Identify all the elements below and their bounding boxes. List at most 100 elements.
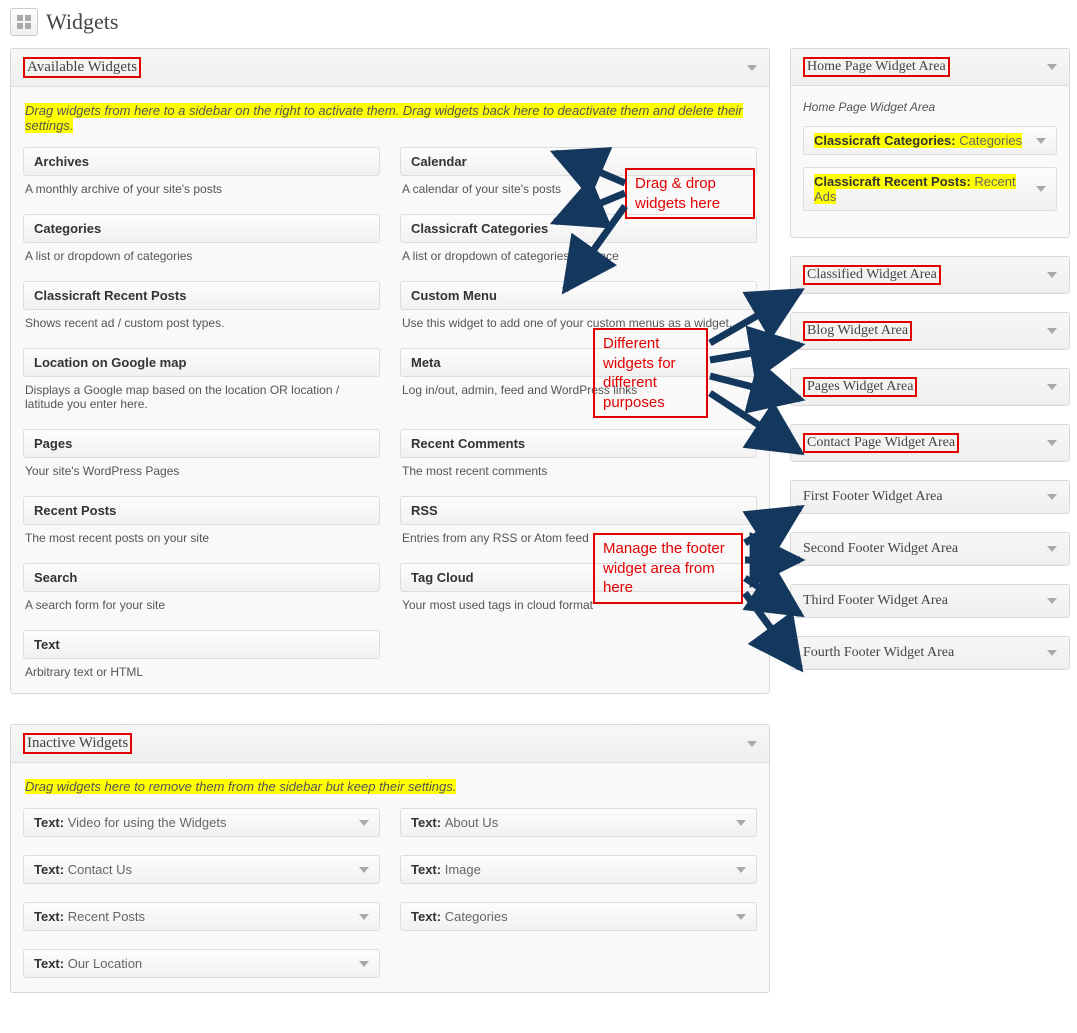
widget-area-heading: Contact Page Widget Area [803, 433, 959, 453]
widget-area: Third Footer Widget Area [790, 584, 1070, 618]
widget-title[interactable]: Custom Menu [400, 281, 757, 310]
widget-area: Blog Widget Area [790, 312, 1070, 350]
inactive-widget-label: Contact Us [68, 862, 132, 877]
widget-title[interactable]: Categories [23, 214, 380, 243]
available-widget[interactable]: Classicraft Recent Posts Shows recent ad … [23, 281, 380, 330]
placed-widget[interactable]: Classicraft Recent Posts: Recent Ads [803, 167, 1057, 211]
chevron-down-icon[interactable] [359, 820, 369, 826]
inactive-widget-type: Text: [411, 815, 445, 830]
widget-area-head[interactable]: First Footer Widget Area [791, 481, 1069, 513]
annotation-drag-drop: Drag & drop widgets here [625, 168, 755, 219]
widget-area-heading: Classified Widget Area [803, 265, 941, 285]
widget-title[interactable]: Pages [23, 429, 380, 458]
chevron-down-icon[interactable] [1047, 650, 1057, 656]
inactive-widget[interactable]: Text: Our Location [23, 949, 380, 978]
chevron-down-icon[interactable] [747, 65, 757, 71]
widget-title[interactable]: Location on Google map [23, 348, 380, 377]
inactive-widget[interactable]: Text: Image [400, 855, 757, 884]
available-widget[interactable]: ArchivesA monthly archive of your site's… [23, 147, 380, 196]
chevron-down-icon[interactable] [359, 961, 369, 967]
home-widget-area-heading: Home Page Widget Area [803, 57, 950, 77]
available-widget[interactable]: Custom MenuUse this widget to add one of… [400, 281, 757, 330]
chevron-down-icon[interactable] [1047, 546, 1057, 552]
widget-title[interactable]: Archives [23, 147, 380, 176]
chevron-down-icon[interactable] [736, 867, 746, 873]
chevron-down-icon[interactable] [747, 741, 757, 747]
widget-area-head[interactable]: Blog Widget Area [791, 313, 1069, 349]
widget-area: Second Footer Widget Area [790, 532, 1070, 566]
available-widgets-head[interactable]: Available Widgets [11, 49, 769, 87]
widget-area-head[interactable]: Second Footer Widget Area [791, 533, 1069, 565]
widget-title[interactable]: RSS [400, 496, 757, 525]
widget-area-head[interactable]: Third Footer Widget Area [791, 585, 1069, 617]
available-widget[interactable]: Recent Posts The most recent posts on you… [23, 496, 380, 545]
widget-area-head[interactable]: Fourth Footer Widget Area [791, 637, 1069, 669]
available-widget[interactable]: Search A search form for your site [23, 563, 380, 612]
widget-area: Pages Widget Area [790, 368, 1070, 406]
available-widget[interactable]: Text Arbitrary text or HTML [23, 630, 380, 679]
widget-title[interactable]: Search [23, 563, 380, 592]
widget-area-heading: Fourth Footer Widget Area [803, 645, 954, 661]
inactive-help-text: Drag widgets here to remove them from th… [25, 779, 456, 794]
chevron-down-icon[interactable] [359, 914, 369, 920]
chevron-down-icon[interactable] [1047, 272, 1057, 278]
inactive-widgets-head[interactable]: Inactive Widgets [11, 725, 769, 763]
widget-desc: Your site's WordPress Pages [23, 464, 380, 478]
home-widget-area: Home Page Widget Area Home Page Widget A… [790, 48, 1070, 238]
widget-area-heading: First Footer Widget Area [803, 489, 943, 505]
widget-desc: A list or dropdown of categories [23, 249, 380, 263]
widget-area-head[interactable]: Pages Widget Area [791, 369, 1069, 405]
inactive-widget-type: Text: [34, 862, 68, 877]
widget-title[interactable]: Recent Comments [400, 429, 757, 458]
chevron-down-icon[interactable] [1047, 440, 1057, 446]
widget-desc: Arbitrary text or HTML [23, 665, 380, 679]
available-widget[interactable]: Pages Your site's WordPress Pages [23, 429, 380, 478]
widget-desc: Shows recent ad / custom post types. [23, 316, 380, 330]
chevron-down-icon[interactable] [1036, 138, 1046, 144]
placed-widget[interactable]: Classicraft Categories: Categories [803, 126, 1057, 155]
widget-area-head[interactable]: Contact Page Widget Area [791, 425, 1069, 461]
inactive-widget-label: Recent Posts [68, 909, 145, 924]
chevron-down-icon[interactable] [1047, 64, 1057, 70]
widget-desc: The most recent posts on your site [23, 531, 380, 545]
placed-widget-name: Classicraft Recent Posts: [814, 174, 974, 189]
widget-area-heading: Second Footer Widget Area [803, 541, 958, 557]
widgets-icon [10, 8, 38, 36]
available-widget[interactable]: Categories A list or dropdown of categori… [23, 214, 380, 263]
inactive-widget-label: Video for using the Widgets [68, 815, 227, 830]
chevron-down-icon[interactable] [1047, 384, 1057, 390]
widget-area-head[interactable]: Classified Widget Area [791, 257, 1069, 293]
widget-area: Contact Page Widget Area [790, 424, 1070, 462]
inactive-widget[interactable]: Text: About Us [400, 808, 757, 837]
widget-title[interactable]: Text [23, 630, 380, 659]
chevron-down-icon[interactable] [1047, 328, 1057, 334]
chevron-down-icon[interactable] [1047, 598, 1057, 604]
widget-desc: A search form for your site [23, 598, 380, 612]
inactive-widget-type: Text: [411, 909, 445, 924]
available-widget[interactable]: Location on Google mapDisplays a Google … [23, 348, 380, 411]
chevron-down-icon[interactable] [1047, 494, 1057, 500]
chevron-down-icon[interactable] [736, 914, 746, 920]
inactive-widget[interactable]: Text: Categories [400, 902, 757, 931]
home-widget-area-head[interactable]: Home Page Widget Area [791, 49, 1069, 85]
inactive-widget-label: Image [445, 862, 481, 877]
widget-area-heading: Pages Widget Area [803, 377, 917, 397]
chevron-down-icon[interactable] [359, 867, 369, 873]
home-widget-area-subtitle: Home Page Widget Area [803, 100, 1057, 114]
available-help-text: Drag widgets from here to a sidebar on t… [25, 103, 743, 133]
available-widget[interactable]: Recent CommentsThe most recent comments [400, 429, 757, 478]
available-widget[interactable]: Classicraft CategoriesA list or dropdown… [400, 214, 757, 263]
widget-title[interactable]: Classicraft Recent Posts [23, 281, 380, 310]
inactive-widget-label: About Us [445, 815, 498, 830]
inactive-widget-type: Text: [34, 909, 68, 924]
inactive-widget-type: Text: [34, 815, 68, 830]
inactive-widget[interactable]: Text: Video for using the Widgets [23, 808, 380, 837]
inactive-widgets-heading: Inactive Widgets [23, 733, 132, 754]
page-title: Widgets [46, 9, 118, 35]
inactive-widget-label: Our Location [68, 956, 142, 971]
inactive-widget[interactable]: Text: Contact Us [23, 855, 380, 884]
inactive-widget[interactable]: Text: Recent Posts [23, 902, 380, 931]
chevron-down-icon[interactable] [736, 820, 746, 826]
chevron-down-icon[interactable] [1036, 186, 1046, 192]
widget-title[interactable]: Recent Posts [23, 496, 380, 525]
